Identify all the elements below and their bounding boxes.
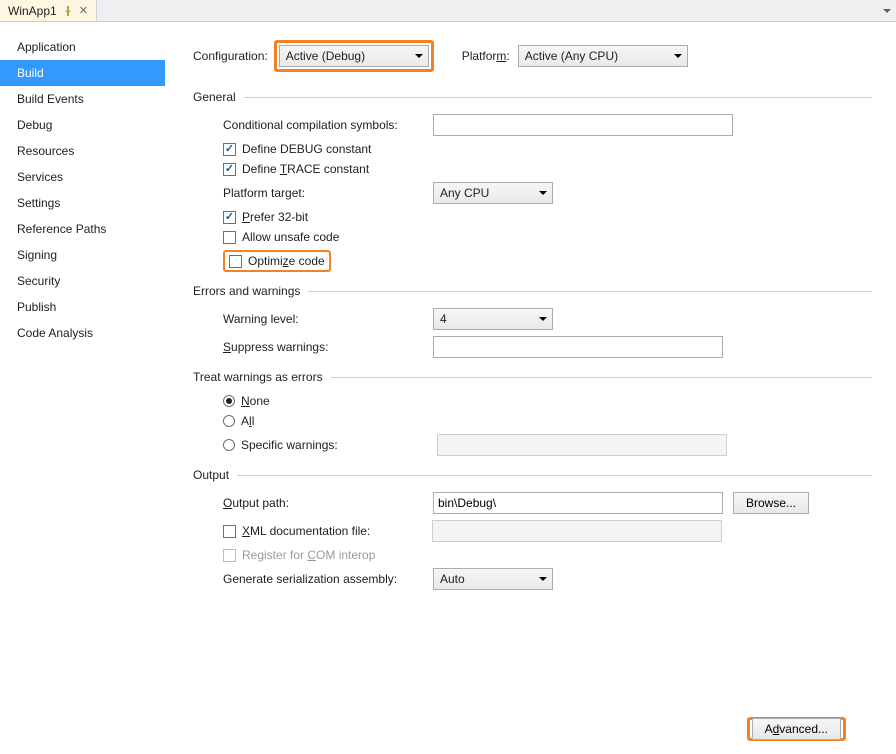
advanced-highlight: Advanced... [747,717,846,741]
title-bar: WinApp1 ✕ [0,0,896,22]
errors-warnings-section-header: Errors and warnings [193,284,872,298]
treat-warnings-section-header: Treat warnings as errors [193,370,872,384]
browse-button[interactable]: Browse... [733,492,809,514]
sidebar-item-build[interactable]: Build [0,60,165,86]
treat-specific-label: Specific warnings: [241,438,437,452]
sidebar-item-reference-paths[interactable]: Reference Paths [0,216,165,242]
platform-target-label: Platform target: [223,186,433,200]
platform-label: Platform: [462,49,510,63]
treat-all-label: All [241,414,254,428]
tab-overflow-button[interactable] [878,0,896,21]
advanced-button[interactable]: Advanced... [752,718,841,740]
xml-doc-label: XML documentation file: [242,524,432,538]
treat-specific-radio[interactable] [223,439,235,451]
allow-unsafe-checkbox[interactable] [223,231,236,244]
sidebar-item-signing[interactable]: Signing [0,242,165,268]
document-tab[interactable]: WinApp1 ✕ [0,0,97,21]
treat-none-radio[interactable] [223,395,235,407]
xml-doc-input[interactable] [432,520,722,542]
sidebar-item-debug[interactable]: Debug [0,112,165,138]
project-properties-sidebar: Application Build Build Events Debug Res… [0,22,165,754]
define-trace-label: Define TRACE constant [242,162,369,176]
xml-doc-checkbox[interactable] [223,525,236,538]
sidebar-item-application[interactable]: Application [0,34,165,60]
sidebar-item-settings[interactable]: Settings [0,190,165,216]
define-debug-label: Define DEBUG constant [242,142,371,156]
warning-level-select[interactable]: 4 [433,308,553,330]
optimize-code-label: Optimize code [248,254,325,268]
configuration-highlight: Active (Debug) [274,40,434,72]
allow-unsafe-label: Allow unsafe code [242,230,339,244]
optimize-code-checkbox[interactable] [229,255,242,268]
optimize-code-highlight: Optimize code [223,250,331,272]
platform-target-select[interactable]: Any CPU [433,182,553,204]
sidebar-item-resources[interactable]: Resources [0,138,165,164]
output-path-input[interactable] [433,492,723,514]
platform-select[interactable]: Active (Any CPU) [518,45,688,67]
sidebar-item-publish[interactable]: Publish [0,294,165,320]
build-settings-panel: Configuration: Active (Debug) Platform: … [165,22,896,754]
tab-title: WinApp1 [8,4,57,18]
output-path-label: Output path: [223,496,433,510]
treat-specific-input[interactable] [437,434,727,456]
sidebar-item-build-events[interactable]: Build Events [0,86,165,112]
com-interop-checkbox [223,549,236,562]
suppress-warnings-input[interactable] [433,336,723,358]
define-trace-checkbox[interactable] [223,163,236,176]
treat-none-label: None [241,394,270,408]
com-interop-label: Register for COM interop [242,548,375,562]
sidebar-item-security[interactable]: Security [0,268,165,294]
treat-all-radio[interactable] [223,415,235,427]
warning-level-label: Warning level: [223,312,433,326]
define-debug-checkbox[interactable] [223,143,236,156]
general-section-header: General [193,90,872,104]
output-section-header: Output [193,468,872,482]
sidebar-item-code-analysis[interactable]: Code Analysis [0,320,165,346]
gen-serial-select[interactable]: Auto [433,568,553,590]
pin-icon[interactable] [63,6,73,16]
prefer-32bit-checkbox[interactable] [223,211,236,224]
close-tab-icon[interactable]: ✕ [79,4,88,17]
gen-serial-label: Generate serialization assembly: [223,572,433,586]
suppress-warnings-label: Suppress warnings: [223,340,433,354]
configuration-label: Configuration: [193,49,268,63]
prefer-32bit-label: Prefer 32-bit [242,210,308,224]
conditional-symbols-label: Conditional compilation symbols: [223,118,433,132]
conditional-symbols-input[interactable] [433,114,733,136]
configuration-select[interactable]: Active (Debug) [279,45,429,67]
sidebar-item-services[interactable]: Services [0,164,165,190]
